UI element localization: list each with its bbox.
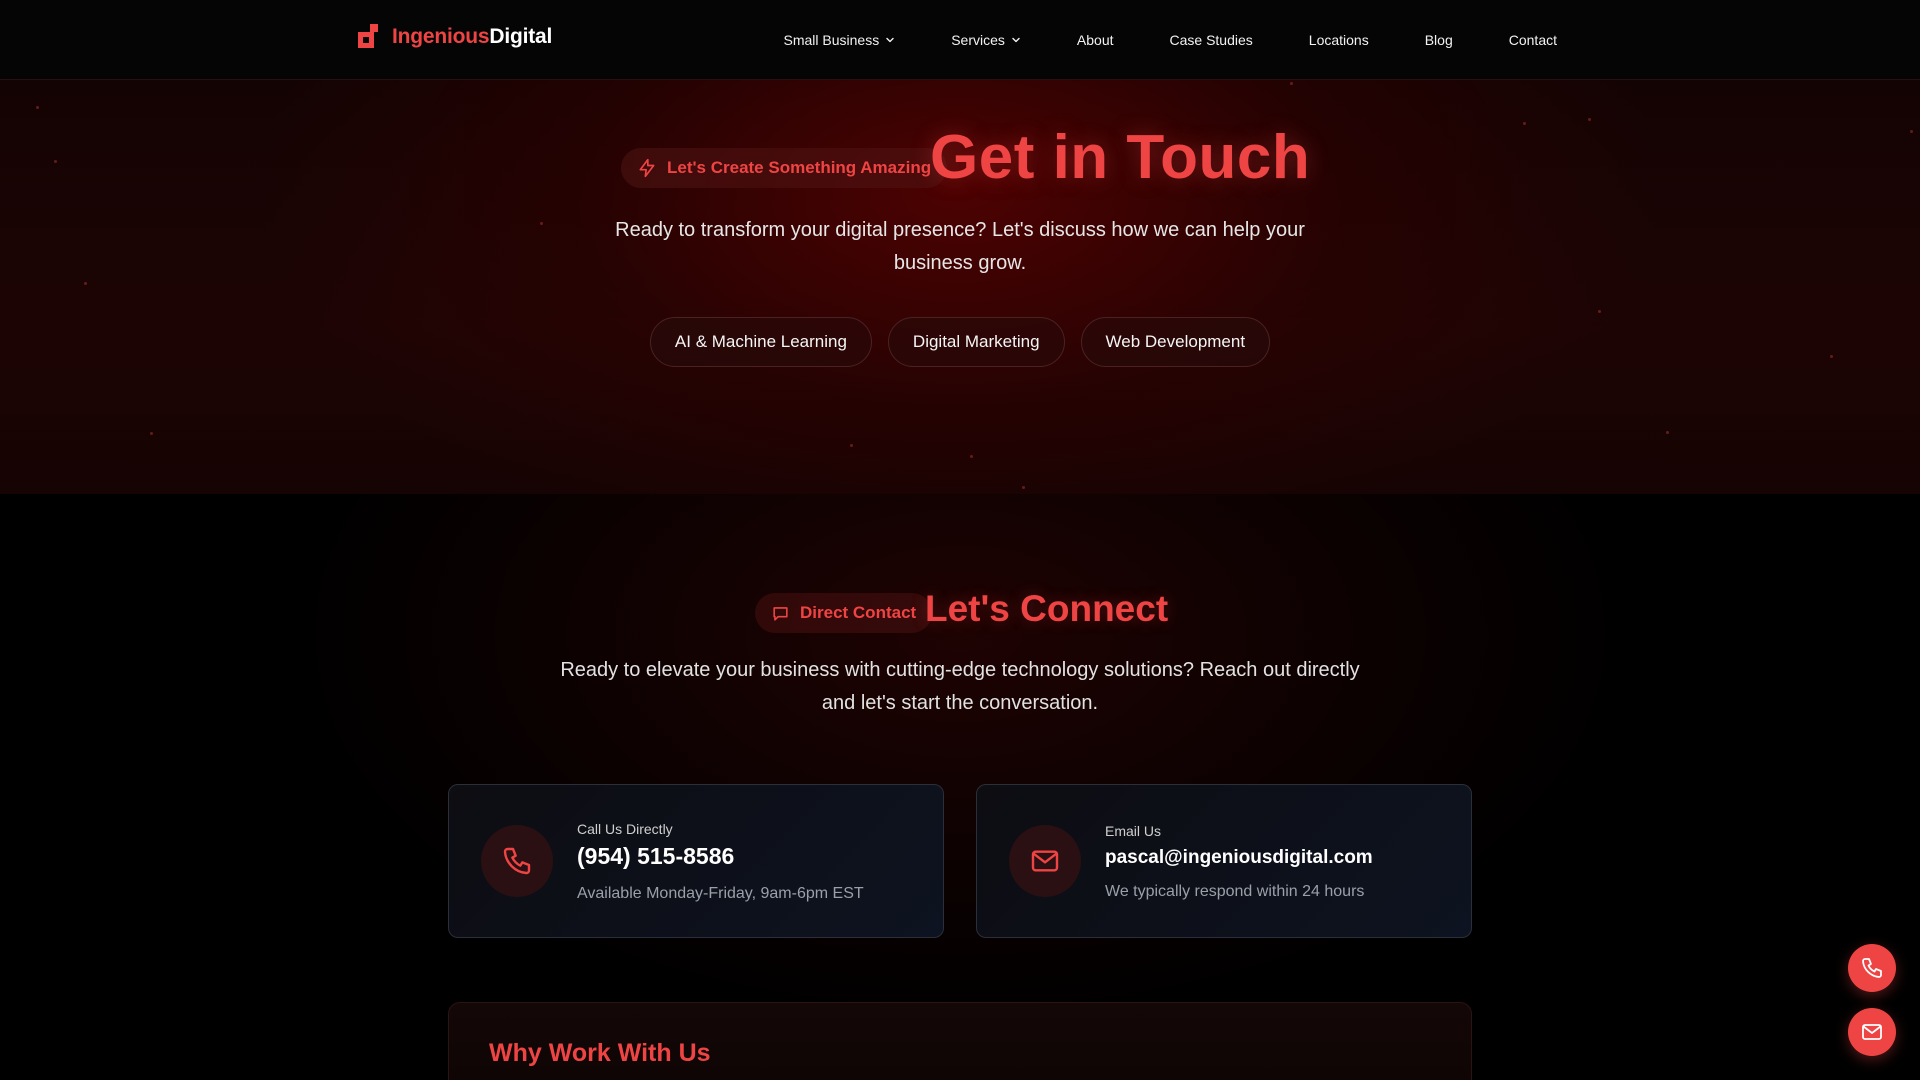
brand-name-part1: Ingenious (392, 25, 490, 48)
mail-icon-wrap (1009, 825, 1081, 897)
section-title: Let's Connect (925, 588, 1169, 629)
background-dot (970, 455, 973, 458)
nav-item-label: Services (951, 32, 1005, 48)
background-dot (1666, 431, 1669, 434)
connect-section: Direct Contact Let's Connect Ready to el… (0, 494, 1920, 1080)
background-dot (150, 432, 153, 435)
nav-item-label: Contact (1508, 32, 1557, 48)
chevron-down-icon (886, 37, 894, 43)
background-dot (1598, 310, 1601, 313)
background-dot (850, 444, 853, 447)
background-dot (540, 222, 543, 225)
nav-item-label: Blog (1424, 32, 1453, 48)
email-card-label: Email Us (1105, 823, 1162, 839)
nav-item-services[interactable]: Services (951, 32, 1021, 48)
pill-digital-marketing[interactable]: Digital Marketing (887, 317, 1065, 367)
brand-logo[interactable]: IngeniousDigital (358, 24, 552, 50)
hero-section: Let's Create Something Amazing Get in To… (0, 80, 1920, 494)
phone-icon-wrap (481, 825, 553, 897)
nav-item-small-business[interactable]: Small Business (784, 32, 896, 48)
top-navbar: IngeniousDigital Small Business Services… (0, 0, 1920, 80)
brand-name: IngeniousDigital (392, 25, 552, 49)
nav-item-about[interactable]: About (1077, 32, 1114, 48)
background-dot (1588, 118, 1591, 121)
nav-links: Small Business Services About Case Studi… (784, 0, 1557, 80)
why-work-with-us-card: Why Work With Us (448, 1002, 1472, 1080)
brand-name-part2: Digital (489, 25, 553, 48)
service-pills: AI & Machine Learning Digital Marketing … (0, 317, 1920, 367)
chat-bubble-icon (773, 606, 788, 621)
nav-item-label: About (1076, 32, 1114, 48)
nav-item-case-studies[interactable]: Case Studies (1170, 32, 1253, 48)
background-dot (1910, 130, 1913, 133)
email-contact-card[interactable]: Email Us pascal@ingeniousdigital.com We … (976, 784, 1472, 938)
nav-item-locations[interactable]: Locations (1309, 32, 1369, 48)
why-work-with-us-title: Why Work With Us (489, 1039, 711, 1067)
logo-mark-icon (358, 24, 378, 48)
chevron-down-icon (1012, 37, 1020, 43)
background-dot (1290, 82, 1293, 85)
background-dot (54, 160, 57, 163)
floating-call-button[interactable] (1848, 944, 1896, 992)
nav-item-label: Locations (1308, 32, 1369, 48)
background-dot (1022, 486, 1025, 489)
hero-subtitle: Ready to transform your digital presence… (615, 219, 1305, 274)
section-subtitle: Ready to elevate your business with cutt… (560, 659, 1360, 714)
nav-item-label: Small Business (783, 32, 880, 48)
floating-email-button[interactable] (1848, 1008, 1896, 1056)
pill-ai-ml[interactable]: AI & Machine Learning (649, 317, 872, 367)
background-dot (36, 106, 39, 109)
lightning-icon (639, 158, 655, 178)
mail-icon (1862, 1024, 1882, 1040)
background-dot (84, 282, 87, 285)
email-address[interactable]: pascal@ingeniousdigital.com (1105, 847, 1373, 869)
phone-contact-card[interactable]: Call Us Directly (954) 515-8586 Availabl… (448, 784, 944, 938)
nav-item-contact[interactable]: Contact (1509, 32, 1557, 48)
connect-badge: Direct Contact (755, 593, 933, 633)
hero-badge: Let's Create Something Amazing (621, 148, 948, 188)
nav-item-label: Case Studies (1169, 32, 1253, 48)
email-response-time: We typically respond within 24 hours (1105, 883, 1365, 900)
nav-item-blog[interactable]: Blog (1425, 32, 1453, 48)
phone-availability: Available Monday-Friday, 9am-6pm EST (577, 885, 864, 902)
connect-badge-label: Direct Contact (800, 603, 917, 622)
pill-web-development[interactable]: Web Development (1080, 317, 1271, 367)
background-dot (1523, 122, 1526, 125)
phone-number[interactable]: (954) 515-8586 (577, 843, 734, 870)
page-title: Get in Touch (930, 123, 1311, 192)
phone-card-label: Call Us Directly (577, 821, 673, 837)
phone-icon (503, 847, 531, 875)
mail-icon (1031, 850, 1059, 872)
hero-badge-label: Let's Create Something Amazing (667, 158, 932, 177)
phone-icon (1862, 958, 1882, 978)
